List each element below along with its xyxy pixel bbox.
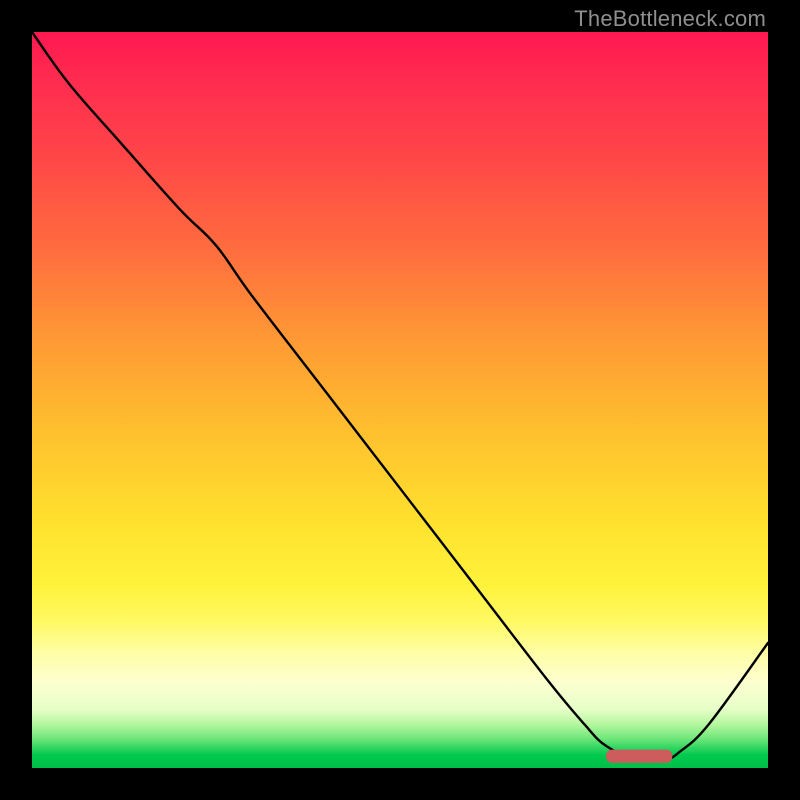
chart-container: TheBottleneck.com <box>0 0 800 800</box>
chart-overlay <box>32 32 768 768</box>
bottleneck-curve <box>32 32 768 761</box>
watermark-text: TheBottleneck.com <box>574 6 766 32</box>
optimum-marker <box>606 750 672 763</box>
